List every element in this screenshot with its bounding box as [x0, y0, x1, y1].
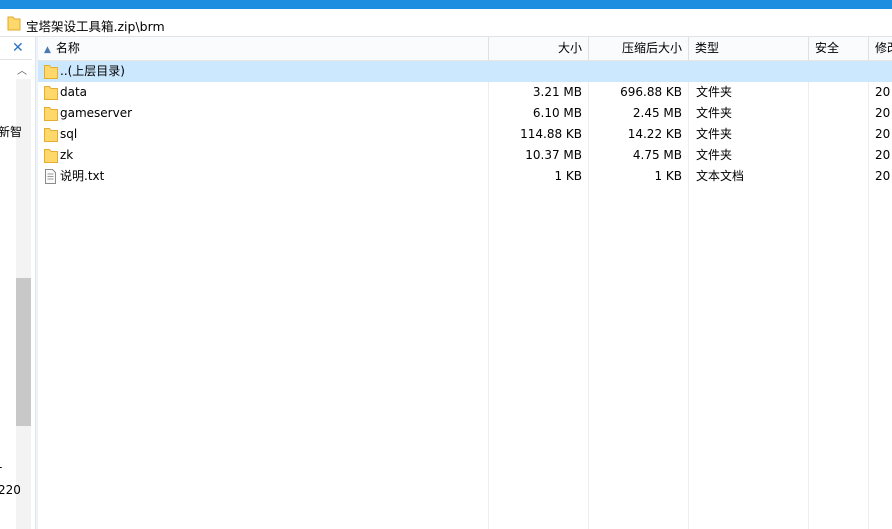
clipped-nav-text: 新智	[0, 125, 23, 139]
file-size: 3.21 MB	[532, 85, 582, 99]
column-header-label: 安全	[815, 41, 840, 55]
close-icon[interactable]: ✕	[12, 41, 24, 55]
file-row-parent-directory[interactable]: ..(上层目录)	[38, 61, 892, 82]
file-packed-size: 4.75 MB	[632, 148, 682, 162]
file-packed-size: 2.45 MB	[632, 106, 682, 120]
column-header-security[interactable]: 安全	[809, 37, 869, 60]
text-file-icon	[44, 169, 57, 187]
address-path: 宝塔架设工具箱.zip\brm	[26, 19, 165, 34]
file-size: 1 KB	[554, 169, 582, 183]
clipped-nav-text: 220	[0, 483, 21, 497]
folder-icon	[44, 64, 58, 82]
file-row-sql[interactable]: sql 114.88 KB 14.22 KB 文件夹 20	[38, 124, 892, 145]
file-name: sql	[60, 127, 78, 141]
file-type: 文件夹	[696, 127, 733, 141]
column-header-label: 修改	[875, 41, 892, 55]
column-header-modified[interactable]: 修改	[869, 37, 892, 60]
file-size: 114.88 KB	[520, 127, 582, 141]
column-header-label: 压缩后大小	[621, 41, 682, 55]
file-security	[809, 82, 869, 103]
folder-icon	[44, 148, 58, 166]
file-type	[689, 61, 809, 82]
clipped-nav-text: -	[0, 460, 2, 474]
file-modified: 20	[875, 106, 891, 120]
file-modified: 20	[875, 85, 891, 99]
file-security	[809, 61, 869, 82]
file-packed-size	[589, 61, 689, 82]
folder-icon	[44, 106, 58, 124]
file-type: 文本文档	[696, 169, 745, 183]
column-header-type[interactable]: 类型	[689, 37, 809, 60]
file-packed-size: 14.22 KB	[627, 127, 682, 141]
file-modified	[869, 61, 892, 82]
column-header-row: ▲ 名称 大小 压缩后大小 类型 安全 修改	[38, 37, 892, 61]
folder-icon	[44, 85, 58, 103]
file-security	[809, 145, 869, 166]
file-size	[489, 61, 589, 82]
file-name: zk	[60, 148, 74, 162]
file-row-zk[interactable]: zk 10.37 MB 4.75 MB 文件夹 20	[38, 145, 892, 166]
folder-icon	[7, 15, 21, 34]
column-header-label: 类型	[695, 41, 720, 55]
file-row-readme[interactable]: 说明.txt 1 KB 1 KB 文本文档 20	[38, 166, 892, 187]
file-packed-size: 696.88 KB	[620, 85, 682, 99]
scrollbar-thumb[interactable]	[16, 278, 31, 426]
column-header-label: 名称	[55, 41, 80, 55]
file-type: 文件夹	[696, 148, 733, 162]
file-packed-size: 1 KB	[654, 169, 682, 183]
window-title-bar	[0, 0, 892, 9]
file-rows: ..(上层目录) data 3.21 MB 696.88 KB 文件夹 20 g…	[38, 61, 892, 187]
file-list: ▲ 名称 大小 压缩后大小 类型 安全 修改 ..(上层目录)	[38, 37, 892, 529]
file-type: 文件夹	[696, 106, 733, 120]
file-row-gameserver[interactable]: gameserver 6.10 MB 2.45 MB 文件夹 20	[38, 103, 892, 124]
file-name: gameserver	[60, 106, 133, 120]
file-type: 文件夹	[696, 85, 733, 99]
file-modified: 20	[875, 127, 891, 141]
column-header-name[interactable]: ▲ 名称	[38, 37, 489, 60]
address-bar[interactable]: 宝塔架设工具箱.zip\brm	[0, 9, 892, 37]
folder-icon	[44, 127, 58, 145]
scroll-up-arrow-icon[interactable]: ︿	[17, 67, 27, 77]
sort-ascending-icon: ▲	[44, 45, 51, 55]
file-size: 6.10 MB	[532, 106, 582, 120]
file-security	[809, 103, 869, 124]
file-security	[809, 124, 869, 145]
file-name: data	[60, 85, 88, 99]
file-row-data[interactable]: data 3.21 MB 696.88 KB 文件夹 20	[38, 82, 892, 103]
column-header-size[interactable]: 大小	[489, 37, 589, 60]
file-name: ..(上层目录)	[60, 64, 125, 78]
navigation-pane: ✕ ︿ 新智 - 220	[0, 37, 38, 529]
file-name: 说明.txt	[60, 169, 105, 183]
divider	[0, 59, 32, 60]
file-security	[809, 166, 869, 187]
column-header-label: 大小	[557, 41, 582, 55]
file-modified: 20	[875, 148, 891, 162]
column-header-packed-size[interactable]: 压缩后大小	[589, 37, 689, 60]
file-modified: 20	[875, 169, 891, 183]
file-size: 10.37 MB	[525, 148, 582, 162]
